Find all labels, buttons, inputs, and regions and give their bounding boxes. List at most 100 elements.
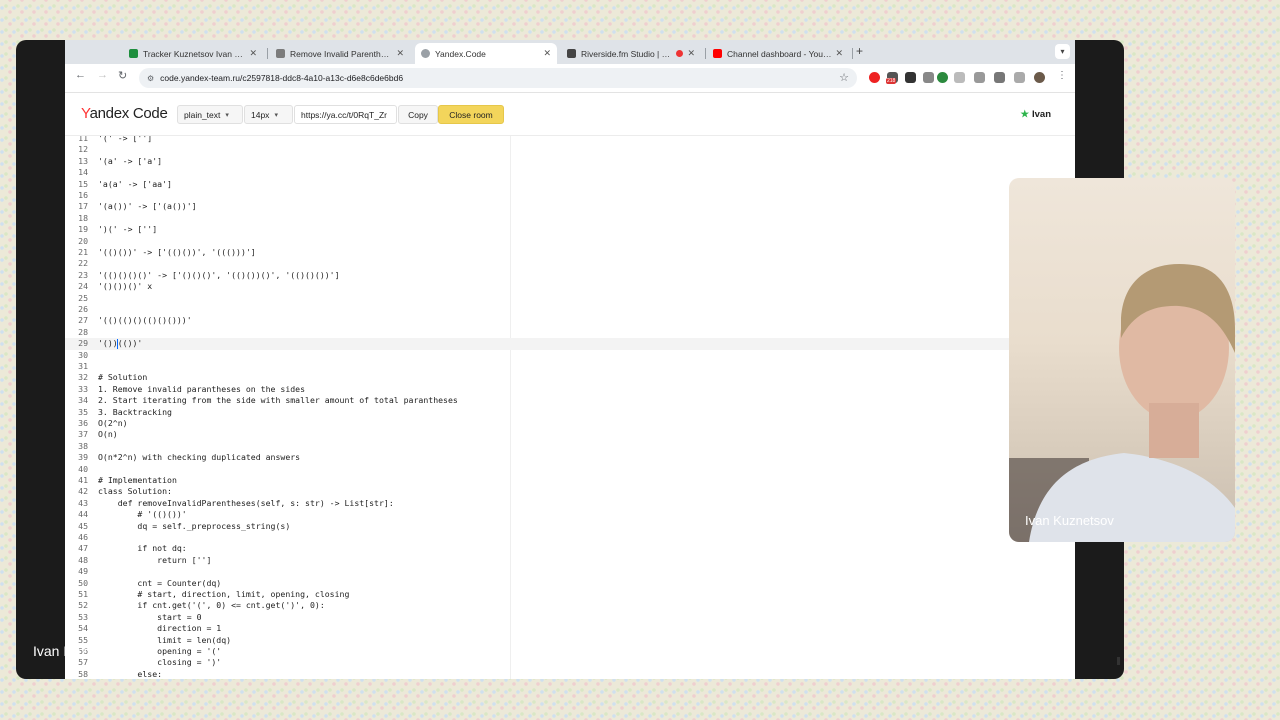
site-settings-icon[interactable]: ⚙: [147, 74, 154, 83]
code-line[interactable]: 34 2. Start iterating from the side with …: [65, 395, 1075, 406]
yandex-code-logo[interactable]: Yandex Code: [81, 105, 168, 122]
back-icon[interactable]: ←: [75, 69, 86, 81]
close-icon[interactable]: ✕: [835, 48, 843, 59]
new-tab-button[interactable]: +: [856, 44, 863, 58]
code-line[interactable]: 24 '()())()' x: [65, 281, 1075, 292]
avatar[interactable]: [1034, 72, 1045, 83]
code-line[interactable]: 15 'a(a' -> ['aa']: [65, 179, 1075, 190]
extension-icon[interactable]: [937, 72, 948, 83]
code-line[interactable]: 25: [65, 293, 1075, 304]
code-line[interactable]: 33 1. Remove invalid parantheses on the s…: [65, 384, 1075, 395]
code-line[interactable]: 48 return ['']: [65, 555, 1075, 566]
tab-tracker[interactable]: Tracker Kuznetsov Ivan - Goo ✕: [123, 43, 263, 64]
webcam-feed: Ivan Kuznetsov: [1009, 178, 1235, 542]
code-line[interactable]: 18: [65, 213, 1075, 224]
language-select[interactable]: plain_text ▾: [177, 105, 243, 124]
code-line[interactable]: 55 limit = len(dq): [65, 635, 1075, 646]
close-icon[interactable]: ✕: [396, 48, 404, 59]
line-number: 40: [78, 463, 88, 474]
close-room-button[interactable]: Close room: [438, 105, 504, 124]
line-number: 21: [78, 247, 88, 257]
code-line[interactable]: 39 O(n*2^n) with checking duplicated answ…: [65, 452, 1075, 463]
code-line[interactable]: 40: [65, 464, 1075, 475]
tab-title: Remove Invalid Parentheses: [290, 48, 393, 59]
copy-button[interactable]: Copy: [398, 105, 438, 124]
code-line[interactable]: 46: [65, 532, 1075, 543]
extension-icon[interactable]: [923, 72, 934, 83]
code-line[interactable]: 41 # Implementation: [65, 475, 1075, 486]
code-line[interactable]: 49: [65, 566, 1075, 577]
code-line[interactable]: 27 '(()(()()(()()()))': [65, 315, 1075, 326]
forward-icon[interactable]: →: [97, 69, 108, 81]
tab-youtube-dashboard[interactable]: Channel dashboard - YouTub ✕: [707, 43, 849, 64]
code-line[interactable]: 31: [65, 361, 1075, 372]
code-line[interactable]: 12: [65, 144, 1075, 155]
code-line[interactable]: 36 O(2^n): [65, 418, 1075, 429]
tab-remove-invalid-parentheses[interactable]: Remove Invalid Parentheses ✕: [270, 43, 410, 64]
code-line[interactable]: 42 class Solution:: [65, 486, 1075, 497]
code-line[interactable]: 13 '(a' -> ['a']: [65, 156, 1075, 167]
extension-icon[interactable]: [974, 72, 985, 83]
code-line[interactable]: 52 if cnt.get('(', 0) <= cnt.get(')', 0)…: [65, 600, 1075, 611]
address-bar[interactable]: ⚙ code.yandex-team.ru/c2597818-ddc8-4a10…: [139, 68, 857, 88]
line-number: 28: [78, 326, 88, 337]
tab-yandex-code[interactable]: Yandex.Code ✕: [415, 43, 557, 64]
sheets-icon: [129, 49, 138, 58]
code-text: '(a())' -> ['(a())']: [98, 201, 197, 212]
code-line[interactable]: 35 3. Backtracking: [65, 407, 1075, 418]
opera-extension-icon[interactable]: [869, 72, 880, 83]
more-menu-icon[interactable]: ⋮: [1057, 70, 1067, 81]
code-line[interactable]: 20: [65, 236, 1075, 247]
code-line[interactable]: 30: [65, 350, 1075, 361]
presenter-name-overlay: Ivan Kuznetsov: [33, 643, 129, 659]
code-line[interactable]: 53 start = 0: [65, 612, 1075, 623]
close-icon[interactable]: ✕: [249, 48, 257, 59]
code-line[interactable]: 21 '(()())' -> ['(()())', '((()))']: [65, 247, 1075, 258]
extension-badge-icon[interactable]: 218: [886, 72, 898, 84]
line-number: 51: [78, 589, 88, 599]
extension-icon[interactable]: [954, 72, 965, 83]
code-line[interactable]: 58 else:: [65, 669, 1075, 679]
code-line[interactable]: 57 closing = ')': [65, 657, 1075, 668]
line-number: 26: [78, 304, 88, 314]
code-line[interactable]: 47 if not dq:: [65, 543, 1075, 554]
code-line[interactable]: 51 # start, direction, limit, opening, c…: [65, 589, 1075, 600]
bookmark-star-icon[interactable]: ☆: [839, 71, 849, 84]
code-editor[interactable]: 11 '(' -> [''] 12 13 '(a' -> ['a'] 14 15 'a(a' …: [65, 136, 1075, 679]
user-name[interactable]: ★ Ivan: [1020, 109, 1051, 120]
code-line[interactable]: 38: [65, 441, 1075, 452]
code-line[interactable]: 16: [65, 190, 1075, 201]
tab-title: Riverside.fm Studio | Ivan: [581, 48, 673, 59]
line-number: 54: [78, 623, 88, 634]
reload-icon[interactable]: ↻: [118, 69, 127, 82]
code-line[interactable]: 23 '(()()()()' -> ['()()()', '(()())()', …: [65, 270, 1075, 281]
chevron-down-icon[interactable]: ▾: [1055, 44, 1070, 59]
code-line[interactable]: 56 opening = '(': [65, 646, 1075, 657]
share-url-field[interactable]: https://ya.cc/t/0RqT_Zr: [294, 105, 397, 124]
code-line[interactable]: 26: [65, 304, 1075, 315]
font-size-select[interactable]: 14px ▾: [244, 105, 293, 124]
puzzle-icon[interactable]: [1014, 72, 1025, 83]
code-line[interactable]: 43 def removeInvalidParentheses(self, s:…: [65, 498, 1075, 509]
code-line[interactable]: 14: [65, 167, 1075, 178]
close-icon[interactable]: ✕: [543, 48, 551, 59]
code-line[interactable]: 19 ')(' -> ['']: [65, 224, 1075, 235]
code-text: 'a(a' -> ['aa']: [98, 178, 172, 189]
app-header: Yandex Code plain_text ▾ 14px ▾ https://ya…: [65, 93, 1075, 136]
code-line[interactable]: 11 '(' -> ['']: [65, 136, 1075, 144]
code-line[interactable]: 28: [65, 327, 1075, 338]
extension-icon[interactable]: [994, 72, 1005, 83]
extension-icon[interactable]: [905, 72, 916, 83]
code-line[interactable]: 29 '())(())': [65, 338, 1075, 350]
code-line[interactable]: 37 O(n): [65, 429, 1075, 440]
tab-riverside[interactable]: Riverside.fm Studio | Ivan ✕: [561, 43, 701, 64]
code-line[interactable]: 22: [65, 258, 1075, 269]
line-number: 47: [78, 543, 88, 554]
close-icon[interactable]: ✕: [687, 48, 695, 59]
code-line[interactable]: 50 cnt = Counter(dq): [65, 578, 1075, 589]
code-line[interactable]: 45 dq = self._preprocess_string(s): [65, 521, 1075, 532]
code-line[interactable]: 32 # Solution: [65, 372, 1075, 383]
code-line[interactable]: 54 direction = 1: [65, 623, 1075, 634]
code-line[interactable]: 44 # '(()())': [65, 509, 1075, 520]
code-line[interactable]: 17 '(a())' -> ['(a())']: [65, 201, 1075, 212]
